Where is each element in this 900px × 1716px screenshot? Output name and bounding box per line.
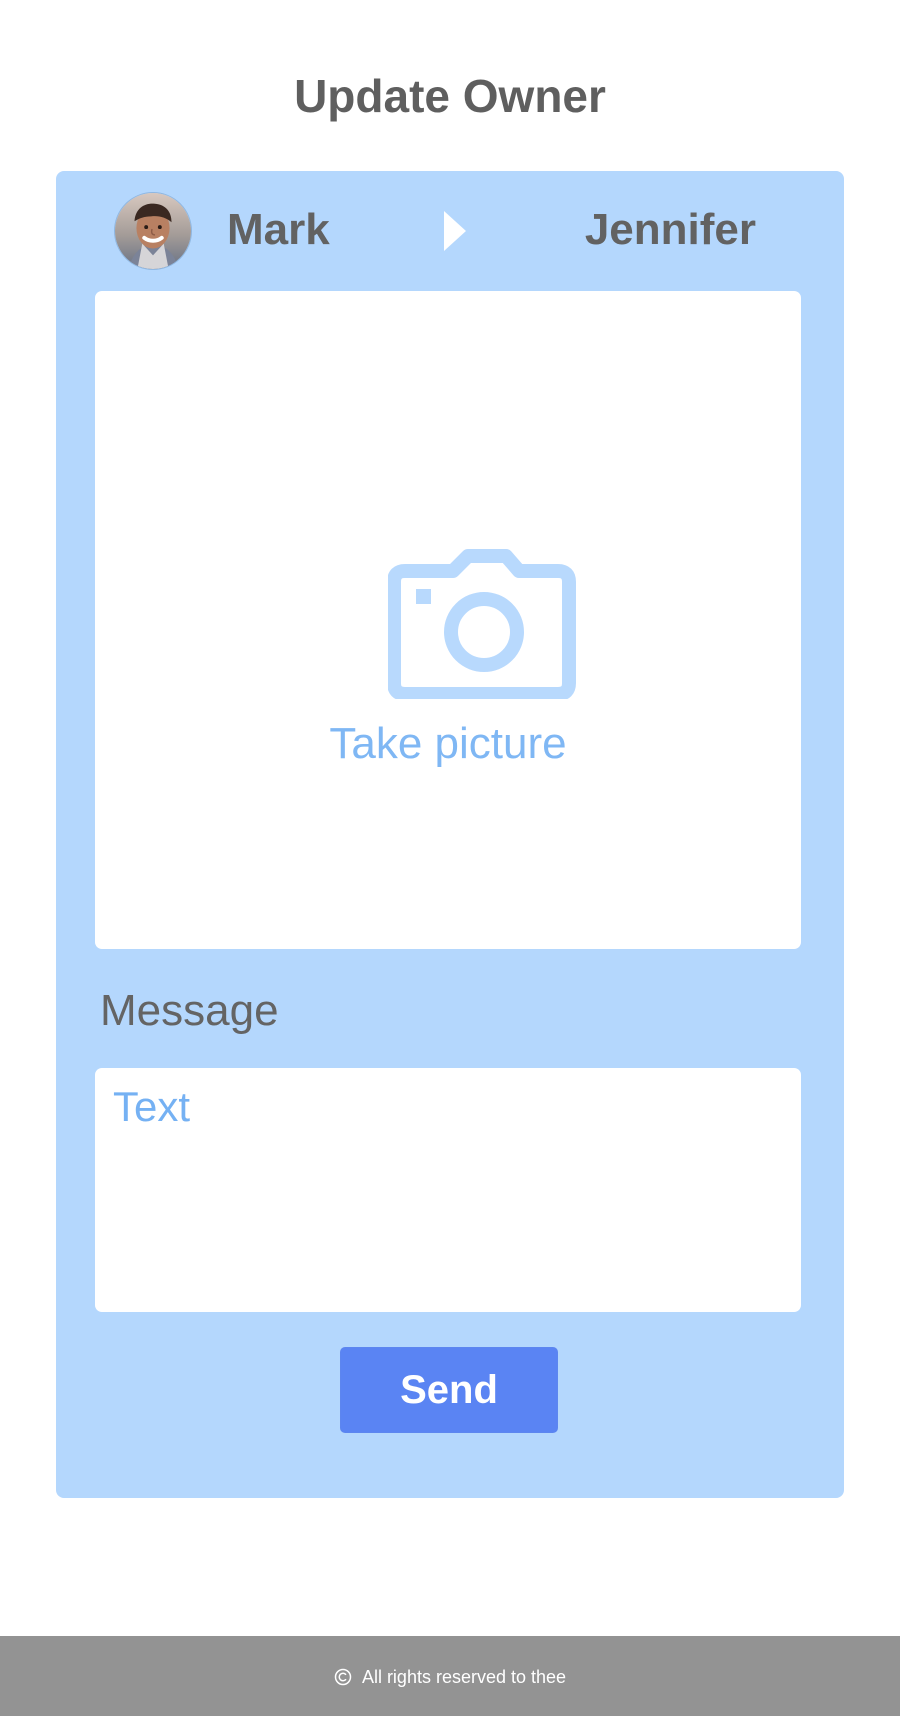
message-label: Message xyxy=(100,986,279,1035)
take-picture-label: Take picture xyxy=(329,719,567,768)
camera-icon xyxy=(388,549,578,699)
message-textarea[interactable]: Text xyxy=(95,1068,801,1312)
send-button[interactable]: Send xyxy=(340,1347,558,1433)
owner-transfer-row: Mark Jennifer xyxy=(56,171,844,289)
take-picture-area[interactable]: Take picture xyxy=(95,291,801,949)
footer-copyright: All rights reserved to thee xyxy=(0,1662,900,1692)
footer-text: All rights reserved to thee xyxy=(361,1667,567,1687)
profile-photo xyxy=(115,193,191,269)
avatar xyxy=(114,192,192,270)
transfer-arrow-icon xyxy=(444,211,466,251)
new-owner-name: Jennifer xyxy=(584,205,756,254)
footer: All rights reserved to thee xyxy=(0,1636,900,1716)
copyright-icon xyxy=(334,1668,352,1686)
current-owner-name: Mark xyxy=(227,205,330,254)
page-title: Update Owner xyxy=(294,70,606,122)
update-owner-card: Mark Jennifer Take picture Message Text … xyxy=(56,171,844,1498)
